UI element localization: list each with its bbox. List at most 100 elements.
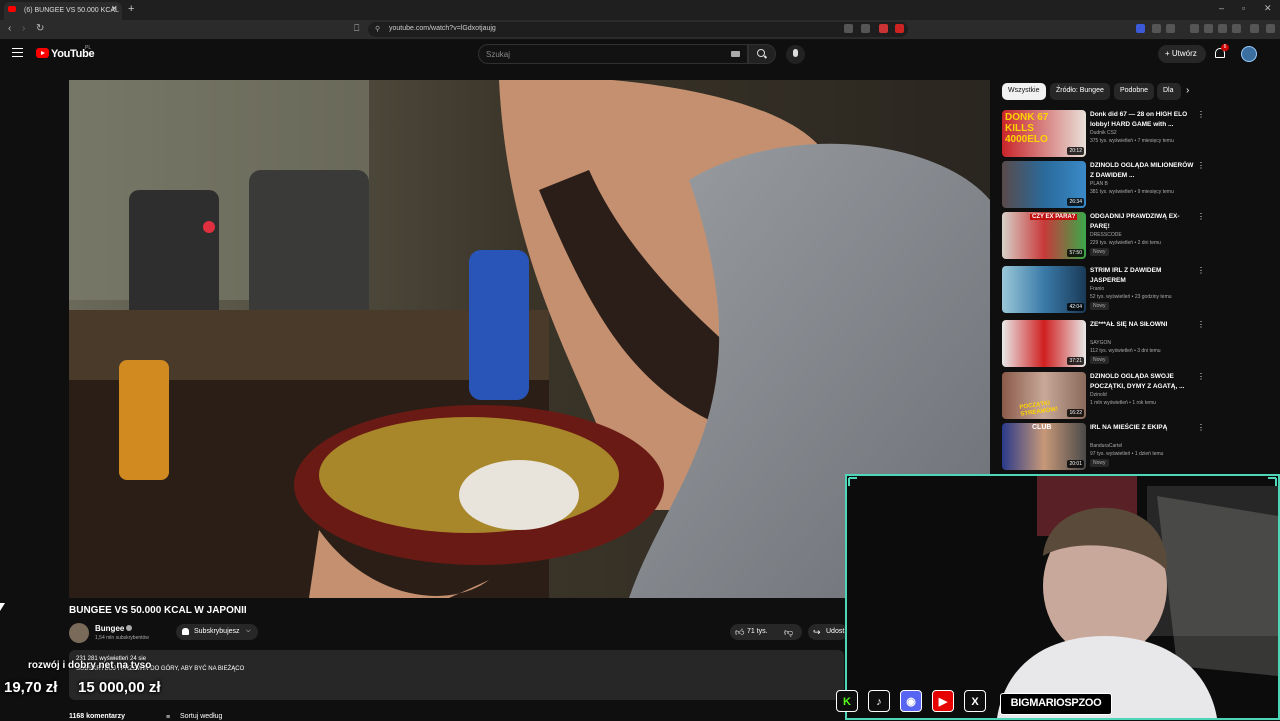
new-tab-icon[interactable]: + [128,3,134,15]
video-duration: 37:21 [1067,357,1084,365]
recommendation-item[interactable]: CZY EX PARA? 57:50 ODGADNIJ PRAWDZIWĄ EX… [1002,212,1205,262]
media-icon[interactable] [1190,24,1199,33]
video-duration: 20:01 [1067,460,1084,468]
youtube-logo-icon[interactable] [36,48,49,58]
reading-list-icon[interactable] [1204,24,1213,33]
chip-for-you[interactable]: Dla [1157,83,1181,100]
window-close-icon[interactable]: ✕ [1264,3,1272,14]
webcam-frame-illustration [847,476,1278,718]
site-info-icon[interactable]: ⚲ [375,25,380,33]
sidebar-icon[interactable] [1166,24,1175,33]
recommendation-item[interactable]: CLUB 20:01 IRL NA MIEŚCIE Z EKIPĄ Bandur… [1002,423,1205,473]
search-placeholder: Szukaj [486,50,511,59]
maximize-icon[interactable]: ▫ [1242,3,1245,13]
new-badge: Nowy [1090,356,1109,364]
recommendation-title[interactable]: DZINOLD OGLĄDA MILIONERÓW Z DAWIDEM ... [1090,161,1194,180]
discord-icon: ◉ [900,690,922,712]
browser-menu-icon[interactable] [1266,24,1275,33]
back-icon[interactable]: ‹ [8,23,11,34]
chevron-down-icon: ⌵ [246,628,251,634]
video-thumbnail[interactable]: CLUB 20:01 [1002,423,1086,470]
video-duration: 26:34 [1067,198,1084,206]
video-thumbnail[interactable]: CZY EX PARA? 57:50 [1002,212,1086,259]
recommendation-item[interactable]: 26:34 DZINOLD OGLĄDA MILIONERÓW Z DAWIDE… [1002,161,1205,211]
x-twitter-icon: X [964,690,986,712]
tab-close-icon[interactable]: ✕ [111,4,118,13]
channel-name[interactable]: Bungee [95,624,124,633]
microphone-icon [793,49,798,57]
extension-puzzle-icon[interactable] [1152,24,1161,33]
extension-icon[interactable] [1136,24,1145,33]
recommendation-item[interactable]: POCZĄTKI STREAMÓW! 16:22 DZINOLD OGLĄDA … [1002,372,1205,422]
cast-icon[interactable] [844,24,853,33]
account-avatar[interactable] [1241,46,1257,62]
thumbs-up-icon: 👍︎ [735,627,745,637]
description-box[interactable] [69,650,844,700]
share-page-icon[interactable] [861,24,870,33]
mouse-cursor-icon [0,603,5,611]
chevron-right-icon[interactable]: › [1186,85,1189,96]
more-options-icon[interactable]: ⋮ [1197,266,1205,275]
recommendation-item[interactable]: 37:21 ZE***AŁ SIĘ NA SIŁOWNI SAYGON 112 … [1002,320,1205,370]
more-options-icon[interactable]: ⋮ [1197,372,1205,381]
thumbs-down-icon[interactable]: 👎︎ [784,627,793,638]
recommendation-item[interactable]: DONK 67 KILLS 4000ELO 20:12 Donk did 67 … [1002,110,1205,160]
share-icon: ↪ [813,627,821,637]
recommendation-channel[interactable]: Franio [1090,286,1104,292]
notification-count-badge: 6 [1221,44,1229,51]
video-thumbnail[interactable]: 37:21 [1002,320,1086,367]
bookmark-icon[interactable]: ⎕ [354,23,359,34]
wallet-icon[interactable] [1218,24,1227,33]
video-thumbnail[interactable]: 42:04 [1002,266,1086,313]
brave-shield-icon[interactable] [879,24,888,33]
hamburger-menu-icon[interactable] [12,48,23,57]
forward-icon[interactable]: › [22,23,25,34]
video-thumbnail[interactable]: POCZĄTKI STREAMÓW! 16:22 [1002,372,1086,419]
recommendation-channel[interactable]: Dudnik CS2 [1090,130,1117,136]
recommendation-title[interactable]: Donk did 67 — 28 on HIGH ELO lobby! HARD… [1090,110,1194,129]
chip-from-channel[interactable]: Źródło: Bungee [1050,83,1110,100]
alert-icon[interactable] [895,24,904,33]
recommendation-title[interactable]: ODGADNIJ PRAWDZIWĄ EX-PARĘ! [1090,212,1194,231]
recommendation-channel[interactable]: PLAN B [1090,181,1108,187]
recommendation-channel[interactable]: SAYGON [1090,340,1111,346]
more-options-icon[interactable]: ⋮ [1197,110,1205,119]
browser-tab-bar [0,0,1280,20]
search-input[interactable] [478,44,748,64]
create-button[interactable]: + Utwórz [1158,45,1206,63]
search-icon [757,49,765,57]
url-text: youtube.com/watch?v=lGdxotjaujg [389,25,496,32]
recommendation-title[interactable]: ZE***AŁ SIĘ NA SIŁOWNI [1090,320,1194,330]
profile-icon[interactable] [1250,24,1259,33]
recommendation-title[interactable]: STRIM IRL Z DAWIDEM JASPEREM [1090,266,1194,285]
recommendation-channel[interactable]: BanduraCartel [1090,443,1122,449]
reload-icon[interactable]: ↻ [36,23,44,34]
browser-tab[interactable]: (6) BUNGEE VS 50.000 KCAL [4,2,122,20]
more-options-icon[interactable]: ⋮ [1197,320,1205,329]
more-options-icon[interactable]: ⋮ [1197,423,1205,432]
streamer-handle: BIGMARIOSPZOO [1000,693,1112,715]
thumbnail-text: CLUB [1032,424,1052,431]
keyboard-icon[interactable] [731,51,740,57]
recommendation-channel[interactable]: DRESSCODE [1090,232,1122,238]
chip-related[interactable]: Podobne [1114,83,1155,100]
minimize-icon[interactable]: – [1219,3,1224,13]
recommendation-title[interactable]: IRL NA MIEŚCIE Z EKIPĄ [1090,423,1194,433]
video-duration: 16:22 [1067,409,1084,417]
youtube-favicon-icon [8,6,16,12]
vpn-icon[interactable] [1232,24,1241,33]
more-options-icon[interactable]: ⋮ [1197,212,1205,221]
donation-message: rozwój i dobry net na tyso [28,660,152,671]
recommendation-meta: 97 tys. wyświetleń • 1 dzień temu [1090,451,1164,457]
verified-icon [126,625,132,631]
recommendation-channel[interactable]: Dzinold [1090,392,1107,398]
video-thumbnail[interactable]: DONK 67 KILLS 4000ELO 20:12 [1002,110,1086,157]
chip-all[interactable]: Wszystkie [1002,83,1046,100]
more-options-icon[interactable]: ⋮ [1197,161,1205,170]
sort-button[interactable]: Sortuj według [180,713,222,720]
recommendation-title[interactable]: DZINOLD OGLĄDA SWOJE POCZĄTKI, DYMY Z AG… [1090,372,1194,391]
recommendation-item[interactable]: 42:04 STRIM IRL Z DAWIDEM JASPEREM Frani… [1002,266,1205,316]
region-code: PL [85,45,92,51]
video-thumbnail[interactable]: 26:34 [1002,161,1086,208]
channel-avatar[interactable] [69,623,89,643]
